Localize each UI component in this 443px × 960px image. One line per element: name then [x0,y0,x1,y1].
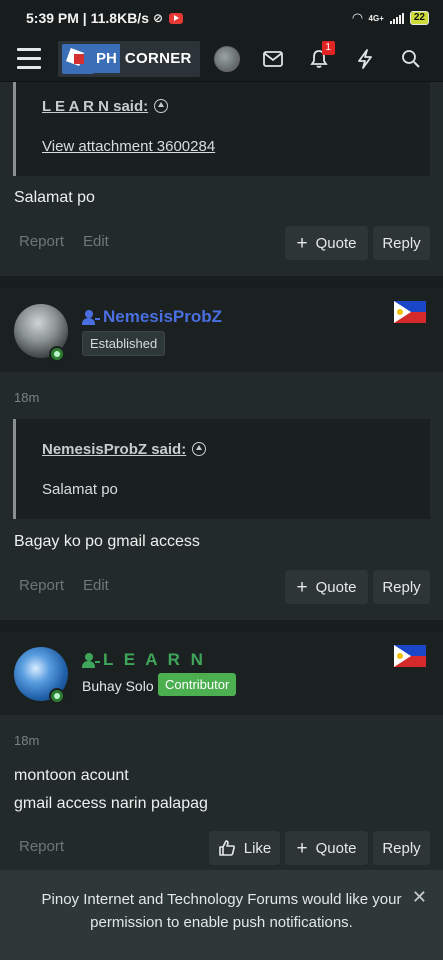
site-logo[interactable]: PH CORNER [58,40,200,77]
username[interactable]: L E A R N [82,650,206,670]
report-link[interactable]: Report [19,838,64,855]
edit-link[interactable]: Edit [83,233,109,250]
inbox-icon[interactable] [250,36,296,82]
reply-button[interactable]: Reply [373,226,430,260]
post-user-header: L E A R N Buhay Solo Contributor [0,632,443,715]
post: 18m montoon acount gmail access narin pa… [0,715,443,870]
notification-badge: 1 [321,40,335,55]
edit-link[interactable]: Edit [83,577,109,594]
report-link[interactable]: Report [19,233,64,250]
plus-icon: + [296,576,308,598]
username[interactable]: NemesisProbZ [82,307,222,327]
push-notification-banner[interactable]: Pinoy Internet and Technology Forums wou… [0,870,443,960]
thumbs-up-icon [218,840,235,856]
battery-icon: 22 [409,11,429,25]
message-text: Bagay ko po gmail access [14,533,200,550]
network-type: 4G+ [368,13,384,23]
post: L E A R N said: View attachment 3600284 … [0,82,443,276]
post-user-header: NemesisProbZ Established [0,288,443,372]
banner-text: Pinoy Internet and Technology Forums wou… [41,891,402,931]
menu-icon[interactable] [0,36,58,82]
wifi-icon: ◠ [352,10,363,25]
quote-button[interactable]: + Quote [285,831,368,865]
online-status-icon [49,346,65,362]
post-time[interactable]: 18m [14,390,39,405]
reply-button[interactable]: Reply [373,570,430,604]
post-divider [0,620,443,632]
attachment-link[interactable]: View attachment 3600284 [42,138,215,155]
user-icon [82,309,100,325]
quote-author[interactable]: NemesisProbZ said: [42,441,207,458]
philippines-flag-icon [394,301,426,323]
logo-corner: CORNER [124,50,192,67]
status-bar: 5:39 PM | 11.8KB/s ⊘ ◠ 4G+ 22 [0,0,443,36]
post-divider [0,276,443,288]
bell-icon[interactable]: 1 [296,36,342,82]
rank-badge: Contributor [158,673,237,696]
account-avatar[interactable] [204,36,250,82]
site-header: PH CORNER 1 [0,36,443,82]
message-text: Salamat po [14,189,95,206]
alarm-off-icon: ⊘ [152,11,164,25]
quote-author[interactable]: L E A R N said: [42,98,169,115]
message-line: gmail access narin palapag [14,795,208,812]
lightning-icon[interactable] [342,36,388,82]
message-line: montoon acount [14,767,129,784]
post: 18m NemesisProbZ said: Salamat po Bagay … [0,372,443,620]
like-button[interactable]: Like [209,831,280,865]
online-status-icon [49,688,65,704]
quote-button[interactable]: + Quote [285,570,368,604]
post-time[interactable]: 18m [14,733,39,748]
youtube-icon [169,12,184,24]
jump-up-icon[interactable] [192,442,207,456]
quote-button[interactable]: + Quote [285,226,368,260]
quote-body: Salamat po [42,481,118,498]
quote-block: L E A R N said: View attachment 3600284 [13,82,430,176]
user-title: Buhay Solo [82,678,154,694]
quote-block: NemesisProbZ said: Salamat po [13,419,430,519]
plus-icon: + [296,837,308,859]
user-icon [82,652,100,668]
philippines-flag-icon [394,645,426,667]
rank-badge: Established [82,331,166,356]
plus-icon: + [296,232,308,254]
jump-up-icon[interactable] [154,99,169,113]
signal-icon [389,12,404,24]
logo-ph: PH [93,44,120,73]
search-icon[interactable] [388,36,434,82]
logo-cube-icon [62,43,94,74]
close-icon[interactable]: ✕ [412,886,427,909]
reply-button[interactable]: Reply [373,831,430,865]
report-link[interactable]: Report [19,577,64,594]
status-time: 5:39 PM | 11.8KB/s [26,10,149,26]
